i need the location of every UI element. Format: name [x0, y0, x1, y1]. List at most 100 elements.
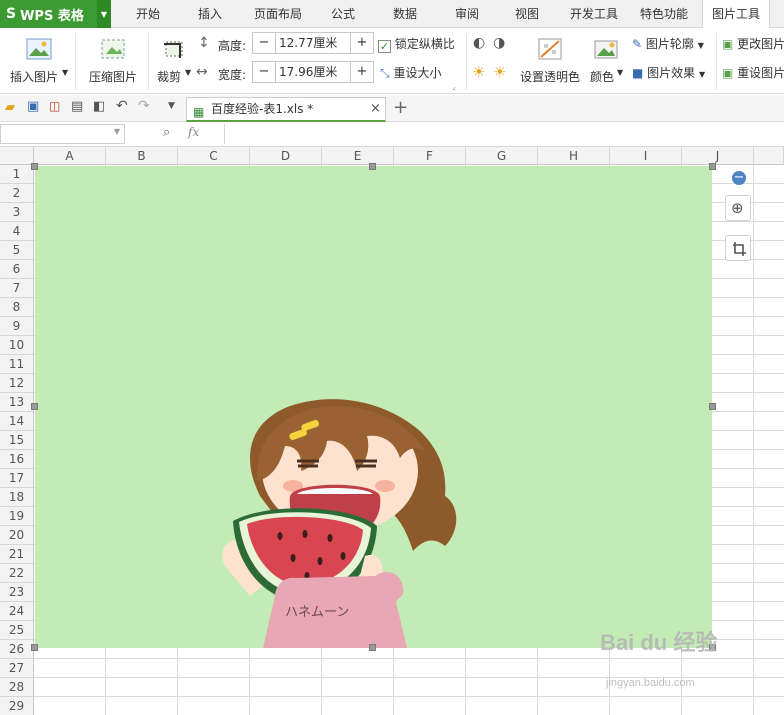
- decrease-width-button[interactable]: −: [253, 62, 275, 82]
- tab-page-layout[interactable]: 页面布局: [246, 0, 310, 28]
- increase-width-button[interactable]: +: [351, 62, 373, 82]
- row-header-25[interactable]: 25: [0, 621, 34, 640]
- width-stepper[interactable]: − 17.96厘米 +: [252, 61, 374, 83]
- height-value[interactable]: 12.77厘米: [275, 33, 351, 53]
- height-stepper[interactable]: − 12.77厘米 +: [252, 32, 374, 54]
- tab-insert[interactable]: 插入: [182, 0, 238, 28]
- tab-special[interactable]: 特色功能: [632, 0, 696, 28]
- row-header-17[interactable]: 17: [0, 469, 34, 488]
- dialog-launcher-icon[interactable]: ⌟: [452, 82, 456, 91]
- row-header-13[interactable]: 13: [0, 393, 34, 412]
- print-icon[interactable]: ▤: [71, 99, 83, 114]
- resize-handle-ne[interactable]: [709, 163, 716, 170]
- checkbox-check-icon[interactable]: ✓: [378, 40, 391, 53]
- resize-handle-sw[interactable]: [31, 644, 38, 651]
- crop-picture-button[interactable]: [725, 235, 751, 261]
- column-header-g[interactable]: G: [466, 147, 538, 165]
- column-header-e[interactable]: E: [322, 147, 394, 165]
- tab-formula[interactable]: 公式: [318, 0, 368, 28]
- chevron-down-icon[interactable]: ▼: [97, 0, 111, 28]
- row-header-29[interactable]: 29: [0, 697, 34, 715]
- row-header-28[interactable]: 28: [0, 678, 34, 697]
- crop-button[interactable]: 裁剪 ▼: [154, 32, 194, 90]
- row-header-19[interactable]: 19: [0, 507, 34, 526]
- picture-effect-button[interactable]: ■ 图片效果 ▼: [632, 64, 705, 81]
- row-header-10[interactable]: 10: [0, 336, 34, 355]
- set-transparent-button[interactable]: 设置透明色: [518, 32, 582, 90]
- print-preview-icon[interactable]: ◧: [93, 99, 105, 114]
- row-header-24[interactable]: 24: [0, 602, 34, 621]
- row-header-5[interactable]: 5: [0, 241, 34, 260]
- row-header-1[interactable]: 1: [0, 165, 34, 184]
- brightness-down-icon[interactable]: ☀: [493, 63, 506, 81]
- column-header-f[interactable]: F: [394, 147, 466, 165]
- row-header-12[interactable]: 12: [0, 374, 34, 393]
- row-header-8[interactable]: 8: [0, 298, 34, 317]
- row-header-22[interactable]: 22: [0, 564, 34, 583]
- tab-picture-tools[interactable]: 图片工具: [702, 0, 770, 29]
- row-header-4[interactable]: 4: [0, 222, 34, 241]
- decrease-height-button[interactable]: −: [253, 33, 275, 53]
- row-header-7[interactable]: 7: [0, 279, 34, 298]
- row-header-15[interactable]: 15: [0, 431, 34, 450]
- close-tab-icon[interactable]: ×: [370, 98, 381, 120]
- collapse-minus-icon[interactable]: −: [732, 171, 746, 185]
- resize-handle-nw[interactable]: [31, 163, 38, 170]
- tab-view[interactable]: 视图: [502, 0, 552, 28]
- row-header-18[interactable]: 18: [0, 488, 34, 507]
- row-header-26[interactable]: 26: [0, 640, 34, 659]
- column-header-c[interactable]: C: [178, 147, 250, 165]
- resize-handle-e[interactable]: [709, 403, 716, 410]
- undo-icon[interactable]: ↶: [116, 98, 128, 114]
- customize-arrow-icon[interactable]: ▼: [168, 101, 175, 111]
- tab-home[interactable]: 开始: [121, 0, 175, 28]
- zoom-search-icon[interactable]: ⌕: [163, 125, 170, 140]
- resize-handle-s[interactable]: [369, 644, 376, 651]
- chevron-down-icon[interactable]: ▼: [114, 127, 120, 136]
- column-header-d[interactable]: D: [250, 147, 322, 165]
- insert-picture-button[interactable]: 插入图片 ▼: [8, 32, 72, 90]
- row-header-2[interactable]: 2: [0, 184, 34, 203]
- formula-input[interactable]: [224, 124, 784, 144]
- redo-icon[interactable]: ↷: [138, 98, 150, 114]
- fx-icon[interactable]: fx: [188, 125, 199, 139]
- column-header-a[interactable]: A: [34, 147, 106, 165]
- reset-picture-button[interactable]: ▣ 重设图片: [722, 64, 784, 81]
- compress-picture-button[interactable]: 压缩图片: [86, 32, 142, 90]
- new-tab-plus-icon[interactable]: +: [393, 97, 408, 118]
- inserted-picture[interactable]: ハネムーン: [35, 166, 712, 648]
- resize-handle-w[interactable]: [31, 403, 38, 410]
- tab-developer[interactable]: 开发工具: [562, 0, 626, 28]
- name-box[interactable]: ▼: [0, 124, 125, 144]
- resize-handle-n[interactable]: [369, 163, 376, 170]
- document-tab[interactable]: ▦ 百度经验-表1.xls * ×: [186, 97, 386, 122]
- column-header-j[interactable]: J: [682, 147, 754, 165]
- spreadsheet-grid[interactable]: ABCDEFGHIJ 1 2 3 4 5 6 7 8 9 10 11 12 13 14 15 16 17 18 19…: [0, 147, 784, 715]
- change-picture-button[interactable]: ▣ 更改图片: [722, 35, 784, 52]
- row-header-3[interactable]: 3: [0, 203, 34, 222]
- contrast-down-icon[interactable]: ◑: [493, 35, 505, 51]
- picture-outline-button[interactable]: ✎ 图片轮廓 ▼: [632, 35, 704, 52]
- row-header-6[interactable]: 6: [0, 260, 34, 279]
- width-value[interactable]: 17.96厘米: [275, 62, 351, 82]
- column-header-b[interactable]: B: [106, 147, 178, 165]
- brightness-up-icon[interactable]: ☀: [472, 63, 485, 81]
- tab-review[interactable]: 审阅: [442, 0, 492, 28]
- tab-data[interactable]: 数据: [380, 0, 430, 28]
- export-pdf-icon[interactable]: ◫: [49, 99, 60, 113]
- zoom-picture-button[interactable]: ⊕: [725, 195, 751, 221]
- contrast-up-icon[interactable]: ◐: [473, 35, 485, 51]
- row-header-23[interactable]: 23: [0, 583, 34, 602]
- color-button[interactable]: 颜色 ▼: [586, 32, 626, 90]
- row-header-11[interactable]: 11: [0, 355, 34, 374]
- select-all-corner[interactable]: [0, 147, 34, 165]
- row-header-20[interactable]: 20: [0, 526, 34, 545]
- save-icon[interactable]: ▣: [27, 99, 39, 114]
- increase-height-button[interactable]: +: [351, 33, 373, 53]
- column-header-h[interactable]: H: [538, 147, 610, 165]
- row-header-16[interactable]: 16: [0, 450, 34, 469]
- column-header-i[interactable]: I: [610, 147, 682, 165]
- row-header-21[interactable]: 21: [0, 545, 34, 564]
- lock-ratio-checkbox[interactable]: ✓ 锁定纵横比: [378, 35, 455, 53]
- open-folder-icon[interactable]: ▰: [5, 100, 15, 115]
